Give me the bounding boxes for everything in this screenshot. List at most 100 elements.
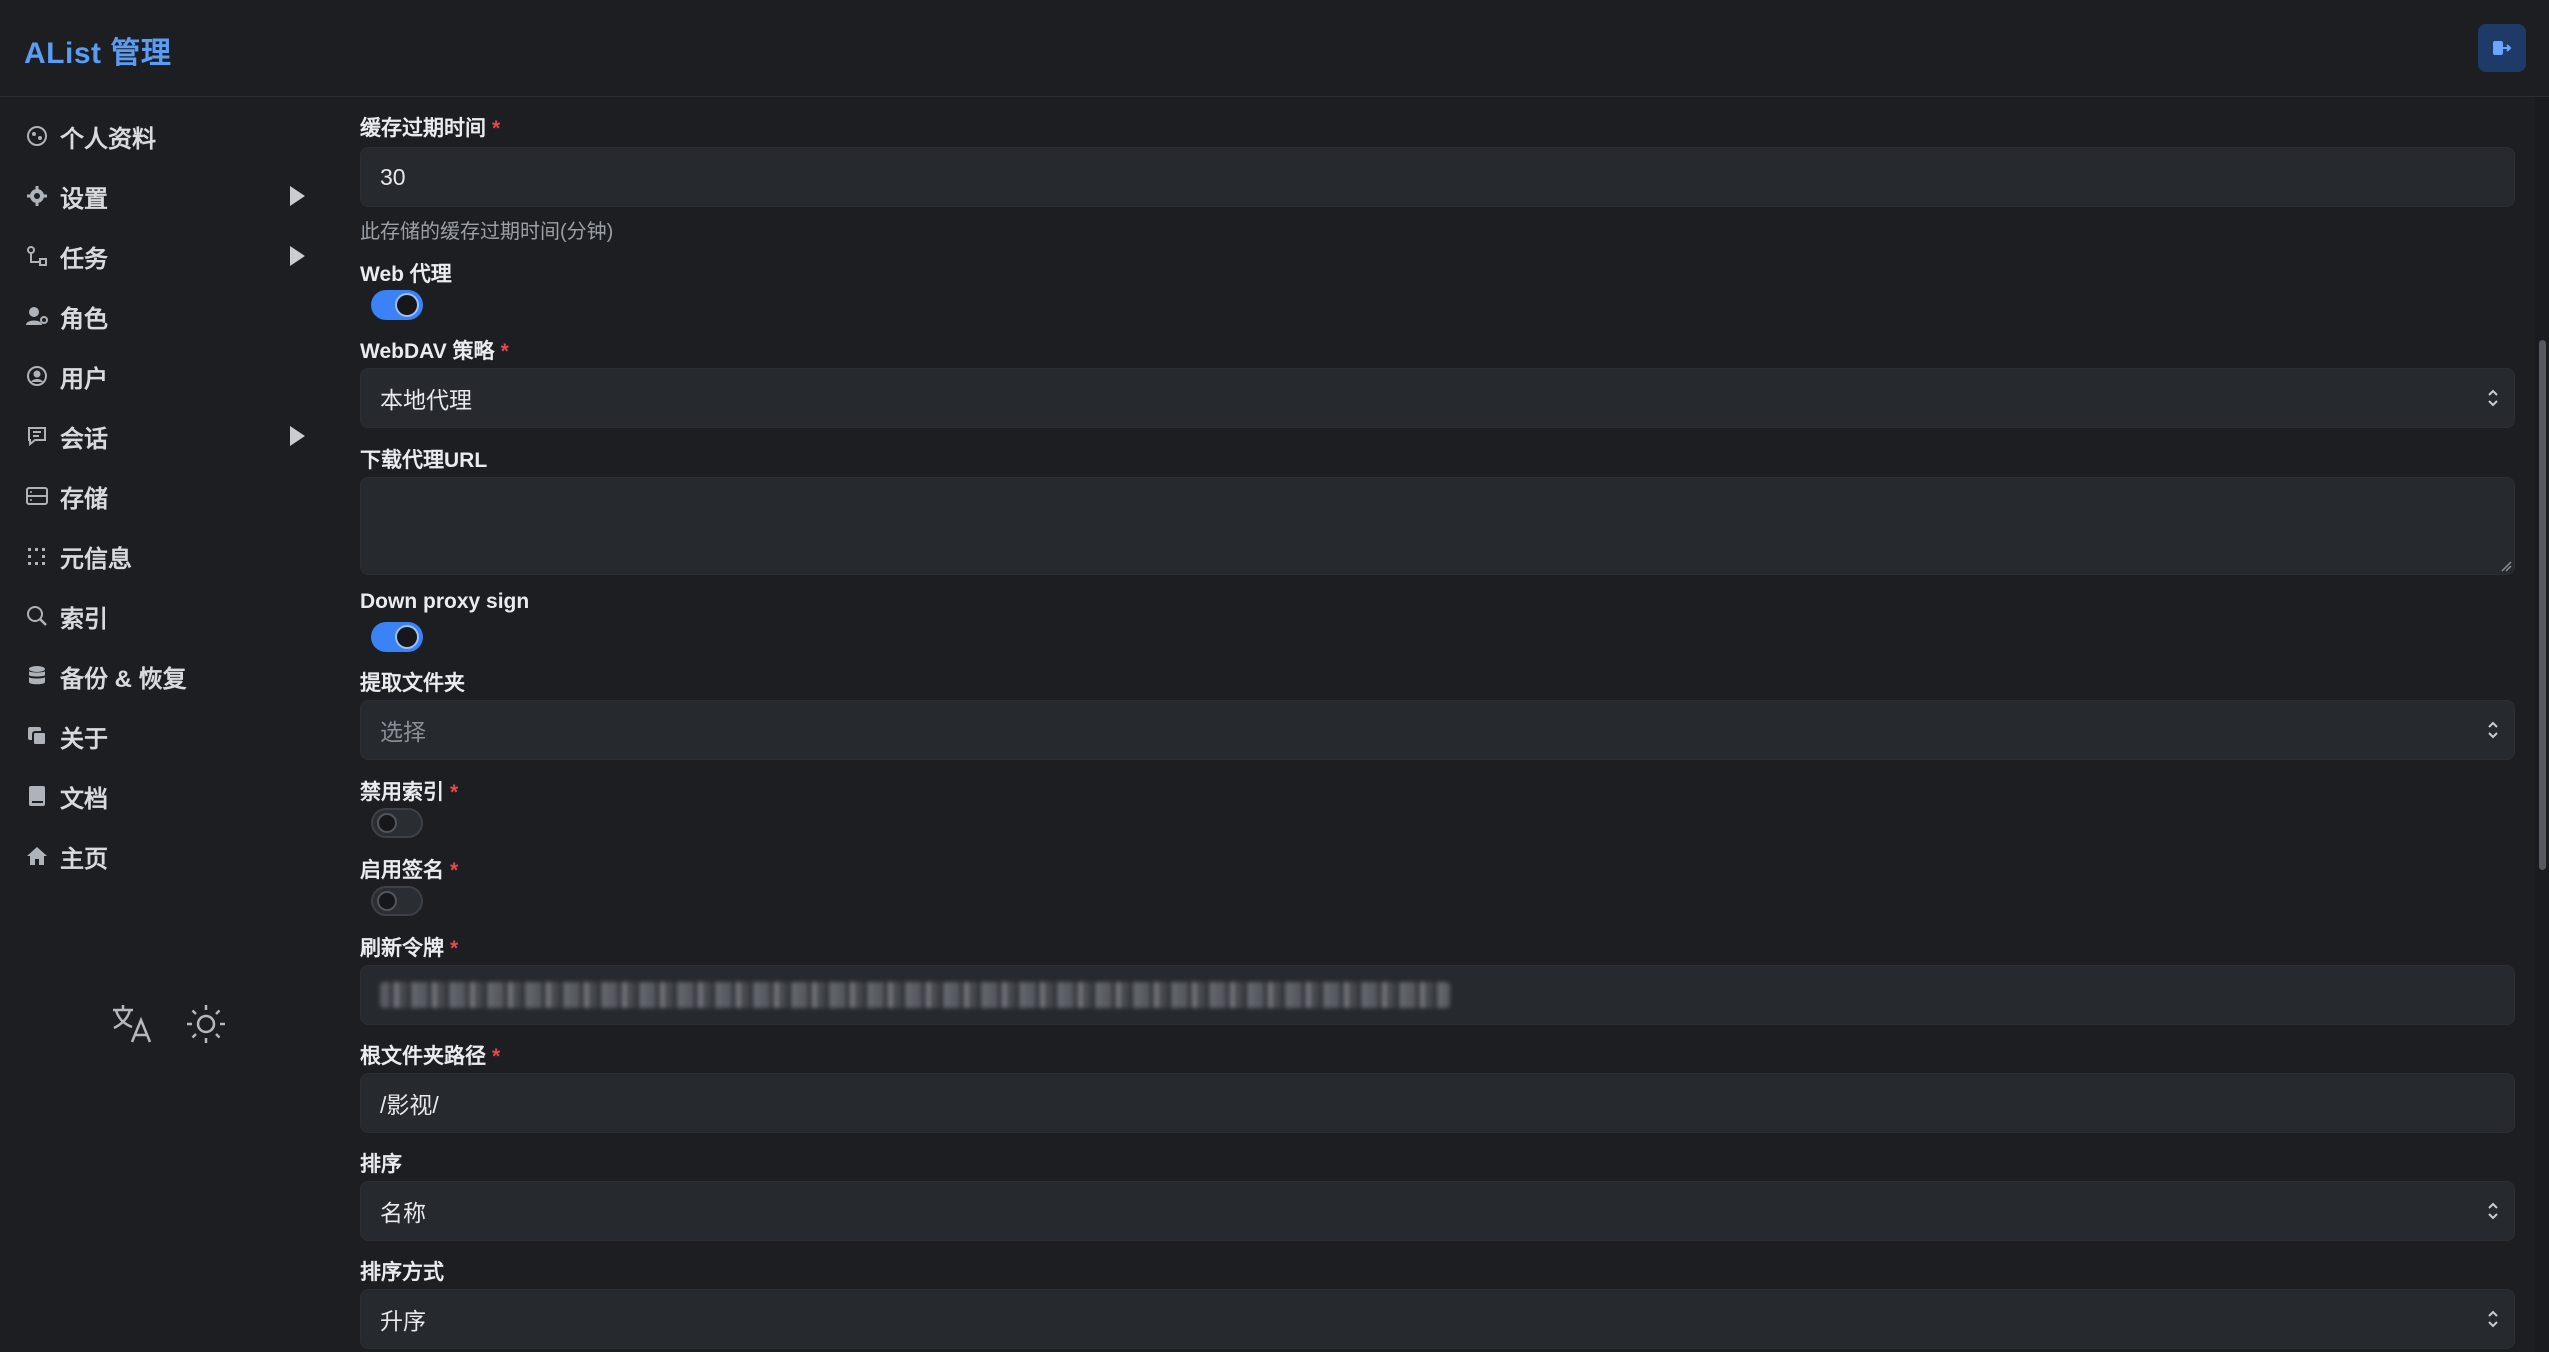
sidebar-item-label: 备份 & 恢复 — [60, 665, 187, 693]
required-marker: * — [450, 781, 459, 804]
cache-expiration-input[interactable]: 30 — [360, 147, 2515, 207]
user-icon — [24, 363, 50, 389]
sidebar-item-tasks[interactable]: 任务 — [0, 228, 335, 284]
sidebar-item-profile[interactable]: 个人资料 — [0, 108, 335, 164]
sidebar-item-label: 会话 — [60, 425, 108, 453]
required-marker: * — [450, 937, 459, 960]
sidebar-item-label: 元信息 — [60, 545, 132, 573]
required-marker: * — [500, 340, 509, 363]
select-placeholder: 选择 — [380, 719, 426, 745]
disable-index-label: 禁用索引 * — [360, 776, 458, 806]
storage-icon — [24, 483, 50, 509]
meta-icon — [24, 543, 50, 569]
web-proxy-label: Web 代理 — [360, 263, 452, 286]
enable-sign-label: 启用签名 * — [360, 854, 458, 884]
logout-button[interactable] — [2478, 24, 2526, 72]
role-icon — [24, 303, 50, 329]
field-label-text: 刷新令牌 — [360, 937, 444, 960]
web-proxy-toggle[interactable] — [371, 290, 423, 320]
profile-icon — [24, 123, 50, 149]
sidebar: 个人资料 设置 任务 角色 用户 会话 存储 元信息 索引 备份 & 恢复 关于… — [0, 97, 335, 1352]
order-by-label: 排序 — [360, 1153, 402, 1176]
field-label-text: 禁用索引 — [360, 781, 444, 804]
download-proxy-url-label: 下载代理URL — [360, 449, 488, 472]
required-marker: * — [492, 1045, 501, 1068]
gear-icon — [24, 183, 50, 209]
sidebar-item-label: 任务 — [60, 245, 108, 273]
root-folder-path-input[interactable]: /影视/ — [360, 1073, 2515, 1133]
sidebar-item-label: 文档 — [60, 785, 108, 813]
expand-arrow-icon[interactable] — [290, 246, 305, 266]
sidebar-item-about[interactable]: 关于 — [0, 708, 335, 764]
field-label-text: 缓存过期时间 — [360, 117, 486, 140]
required-marker: * — [492, 117, 501, 140]
language-button[interactable] — [110, 1002, 154, 1046]
toggle-knob — [397, 627, 417, 647]
download-proxy-url-textarea[interactable] — [360, 477, 2515, 575]
field-label-text: WebDAV 策略 — [360, 340, 495, 363]
select-value: 本地代理 — [380, 387, 472, 413]
sidebar-item-meta[interactable]: 元信息 — [0, 528, 335, 584]
search-icon — [24, 603, 50, 629]
translate-icon — [113, 1005, 152, 1043]
sidebar-item-label: 索引 — [60, 605, 108, 633]
chevron-updown-icon — [2488, 1202, 2498, 1220]
order-direction-select[interactable]: 升序 — [360, 1289, 2515, 1349]
refresh-token-label: 刷新令牌 * — [360, 932, 458, 962]
order-direction-label: 排序方式 — [360, 1261, 444, 1284]
sidebar-item-label: 用户 — [60, 365, 108, 393]
database-icon — [24, 663, 50, 689]
sidebar-item-settings[interactable]: 设置 — [0, 168, 335, 224]
toggle-knob — [397, 295, 417, 315]
sidebar-item-sessions[interactable]: 会话 — [0, 408, 335, 464]
required-marker: * — [450, 859, 459, 882]
select-value: 名称 — [380, 1200, 426, 1226]
cache-expiration-hint: 此存储的缓存过期时间(分钟) — [360, 221, 614, 243]
book-icon — [24, 783, 50, 809]
refresh-token-input[interactable] — [360, 965, 2515, 1025]
order-by-select[interactable]: 名称 — [360, 1181, 2515, 1241]
down-proxy-sign-label: Down proxy sign — [360, 590, 530, 613]
webdav-policy-select[interactable]: 本地代理 — [360, 368, 2515, 428]
resize-handle-icon[interactable] — [2500, 560, 2512, 572]
sidebar-item-index[interactable]: 索引 — [0, 588, 335, 644]
app-title[interactable]: AList 管理 — [24, 28, 171, 72]
sidebar-item-label: 设置 — [60, 185, 108, 213]
cache-expiration-label: 缓存过期时间 * — [360, 112, 500, 142]
sidebar-item-roles[interactable]: 角色 — [0, 288, 335, 344]
scrollbar-thumb[interactable] — [2539, 340, 2546, 870]
down-proxy-sign-toggle[interactable] — [371, 622, 423, 652]
theme-toggle-button[interactable] — [184, 1002, 228, 1046]
sidebar-item-backup-restore[interactable]: 备份 & 恢复 — [0, 648, 335, 704]
session-icon — [24, 423, 50, 449]
toggle-knob — [377, 891, 397, 911]
sidebar-item-storage[interactable]: 存储 — [0, 468, 335, 524]
sidebar-item-label: 主页 — [60, 845, 108, 873]
toggle-knob — [377, 813, 397, 833]
sidebar-item-label: 关于 — [60, 725, 108, 753]
sidebar-item-users[interactable]: 用户 — [0, 348, 335, 404]
field-label-text: 启用签名 — [360, 859, 444, 882]
select-value: 升序 — [380, 1308, 426, 1334]
expand-arrow-icon[interactable] — [290, 426, 305, 446]
home-icon — [24, 843, 50, 869]
field-label-text: 根文件夹路径 — [360, 1045, 486, 1068]
enable-sign-toggle[interactable] — [371, 886, 423, 916]
sidebar-item-home[interactable]: 主页 — [0, 828, 335, 884]
task-icon — [24, 243, 50, 269]
sidebar-item-docs[interactable]: 文档 — [0, 768, 335, 824]
chevron-updown-icon — [2488, 721, 2498, 739]
webdav-policy-label: WebDAV 策略 * — [360, 335, 509, 365]
logout-icon — [2493, 41, 2512, 55]
disable-index-toggle[interactable] — [371, 808, 423, 838]
expand-arrow-icon[interactable] — [290, 186, 305, 206]
sidebar-item-label: 个人资料 — [60, 125, 156, 153]
extract-folder-label: 提取文件夹 — [360, 672, 465, 695]
root-folder-path-label: 根文件夹路径 * — [360, 1040, 500, 1070]
sidebar-item-label: 存储 — [60, 485, 108, 513]
extract-folder-select[interactable]: 选择 — [360, 700, 2515, 760]
chevron-updown-icon — [2488, 1310, 2498, 1328]
sidebar-item-label: 角色 — [60, 305, 108, 333]
sidebar-tools — [110, 1002, 228, 1046]
copy-icon — [24, 723, 50, 749]
